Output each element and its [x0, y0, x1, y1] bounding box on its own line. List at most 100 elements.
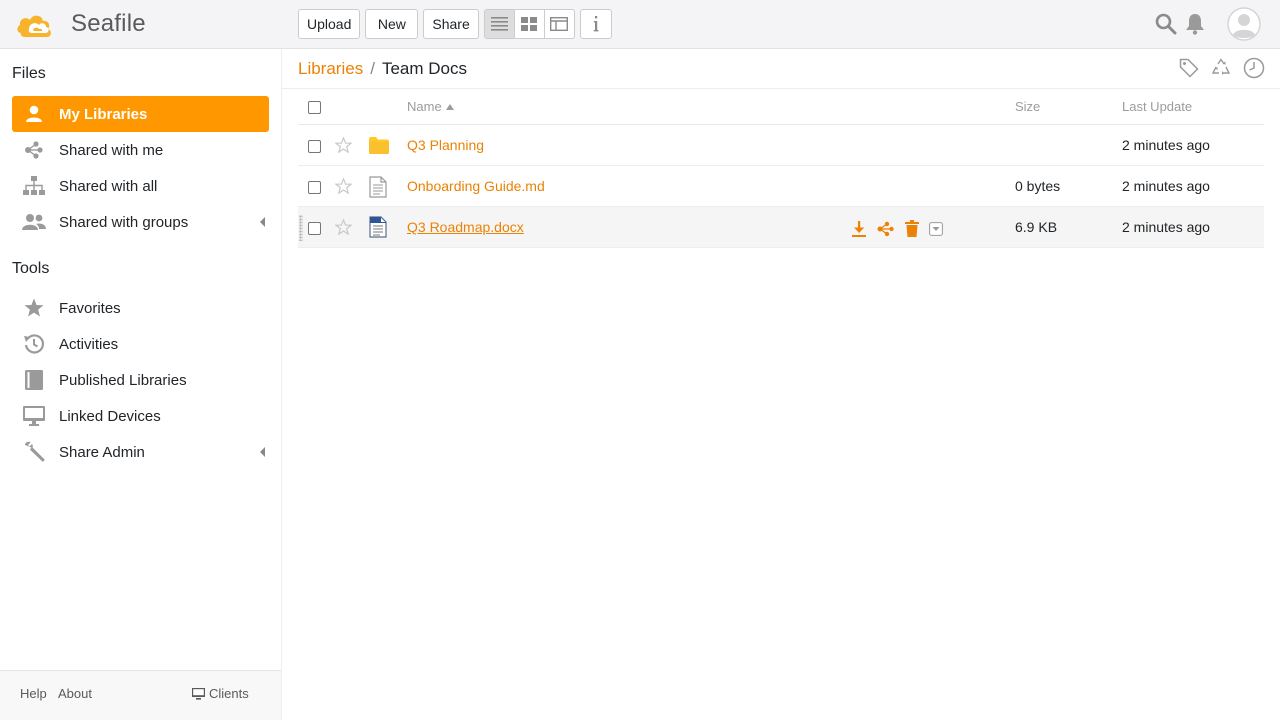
sidebar-item-label: Favorites — [59, 299, 121, 317]
help-link[interactable]: Help — [20, 686, 47, 701]
breadcrumb-libraries-link[interactable]: Libraries — [298, 59, 363, 79]
list-view-button[interactable] — [483, 9, 515, 39]
user-icon — [12, 105, 56, 123]
sidebar-item-share-admin[interactable]: Share Admin — [12, 434, 269, 470]
sidebar-item-favorites[interactable]: Favorites — [12, 290, 269, 326]
file-size: 6.9 KB — [1015, 219, 1058, 235]
breadcrumb-current: Team Docs — [381, 59, 467, 78]
toolbar: Upload New Share — [298, 9, 612, 39]
clock-icon[interactable] — [1243, 57, 1265, 79]
delete-icon[interactable] — [905, 220, 919, 237]
org-icon — [12, 176, 56, 196]
clients-label: Clients — [209, 686, 249, 701]
file-name-link[interactable]: Q3 Roadmap.docx — [407, 219, 524, 235]
sidebar-item-label: Linked Devices — [59, 407, 161, 425]
select-all-checkbox[interactable] — [308, 101, 321, 114]
more-operations-dropdown[interactable] — [929, 221, 943, 236]
row-checkbox[interactable] — [308, 140, 321, 153]
tools-heading: Tools — [12, 260, 50, 277]
column-view-button[interactable] — [543, 9, 575, 39]
table-row[interactable]: Q3 Planning 2 minutes ago — [298, 125, 1264, 166]
star-icon[interactable] — [335, 219, 352, 235]
files-heading: Files — [12, 65, 46, 82]
book-icon — [12, 370, 56, 390]
sidebar-item-label: Share Admin — [59, 443, 145, 461]
drag-handle[interactable] — [299, 215, 303, 241]
history-icon — [12, 333, 56, 355]
file-size: 0 bytes — [1015, 178, 1061, 194]
column-view-icon — [550, 17, 569, 31]
top-header: Seafile Upload New Share — [0, 0, 1280, 49]
last-update-column-header[interactable]: Last Update — [1122, 99, 1192, 114]
sidebar-item-label: My Libraries — [59, 105, 148, 123]
sidebar-item-linked-devices[interactable]: Linked Devices — [12, 398, 269, 434]
sidebar-item-shared-with-me[interactable]: Shared with me — [12, 132, 269, 168]
avatar[interactable] — [1227, 7, 1261, 41]
word-file-icon — [369, 216, 387, 238]
search-icon[interactable] — [1155, 13, 1177, 35]
file-name-link[interactable]: Onboarding Guide.md — [407, 178, 545, 194]
sidebar-item-label: Shared with groups — [59, 213, 189, 231]
sidebar-item-label: Shared with me — [59, 141, 164, 159]
size-column-header[interactable]: Size — [1015, 99, 1040, 114]
tag-icon[interactable] — [1179, 58, 1199, 78]
share-icon — [12, 140, 56, 160]
desktop-icon — [192, 687, 205, 700]
view-mode-group — [483, 9, 575, 39]
row-checkbox[interactable] — [308, 222, 321, 235]
upload-button[interactable]: Upload — [298, 9, 361, 39]
file-name-link[interactable]: Q3 Planning — [407, 137, 484, 153]
header-right — [1155, 7, 1261, 41]
about-link[interactable]: About — [58, 686, 92, 701]
sidebar: Files My Libraries Shared with me Shared… — [0, 49, 282, 720]
grid-view-button[interactable] — [513, 9, 545, 39]
monitor-icon — [12, 406, 56, 426]
clients-link[interactable]: Clients — [192, 686, 249, 701]
share-icon[interactable] — [877, 221, 895, 237]
sidebar-footer: Help About Clients — [0, 670, 281, 720]
sidebar-item-label: Published Libraries — [59, 371, 187, 389]
table-row[interactable]: Q3 Roadmap.docx 6.9 KB 2 minutes ago — [298, 207, 1264, 248]
grid-view-icon — [521, 17, 538, 31]
sidebar-item-shared-with-groups[interactable]: Shared with groups — [12, 204, 269, 240]
info-icon — [593, 16, 599, 32]
star-icon[interactable] — [335, 178, 352, 194]
wrench-icon — [12, 441, 56, 463]
file-updated: 2 minutes ago — [1122, 178, 1210, 194]
file-updated: 2 minutes ago — [1122, 219, 1210, 235]
chevron-left-icon[interactable] — [260, 447, 265, 457]
list-view-icon — [490, 17, 508, 31]
row-checkbox[interactable] — [308, 181, 321, 194]
group-icon — [12, 213, 56, 231]
sidebar-item-published-libraries[interactable]: Published Libraries — [12, 362, 269, 398]
sidebar-item-label: Shared with all — [59, 177, 158, 195]
star-icon[interactable] — [335, 137, 352, 153]
sidebar-item-my-libraries[interactable]: My Libraries — [12, 96, 269, 132]
trash-recycle-icon[interactable] — [1211, 58, 1231, 78]
new-button[interactable]: New — [365, 9, 419, 39]
table-row[interactable]: Onboarding Guide.md 0 bytes 2 minutes ag… — [298, 166, 1264, 207]
chevron-left-icon[interactable] — [260, 217, 265, 227]
logo-icon — [17, 15, 51, 37]
name-header-label: Name — [407, 99, 442, 114]
seafile-logo[interactable]: Seafile — [15, 7, 146, 41]
logo-text: Seafile — [71, 10, 146, 37]
path-bar: Libraries / Team Docs — [282, 49, 1280, 89]
sidebar-item-shared-with-all[interactable]: Shared with all — [12, 168, 269, 204]
path-tools — [1167, 57, 1265, 79]
sort-ascending-icon — [445, 103, 454, 110]
breadcrumb-separator: / — [370, 59, 375, 78]
sidebar-item-label: Activities — [59, 335, 119, 353]
name-column-header[interactable]: Name — [407, 99, 454, 114]
bell-icon[interactable] — [1185, 13, 1205, 35]
table-header: Name Size Last Update — [298, 89, 1264, 125]
star-icon — [12, 298, 56, 318]
file-updated: 2 minutes ago — [1122, 137, 1210, 153]
markdown-file-icon — [369, 176, 387, 198]
share-button[interactable]: Share — [423, 9, 479, 39]
folder-icon — [369, 137, 389, 154]
sidebar-item-activities[interactable]: Activities — [12, 326, 269, 362]
row-operations — [851, 220, 953, 237]
download-icon[interactable] — [851, 220, 867, 237]
info-button[interactable] — [579, 9, 612, 39]
